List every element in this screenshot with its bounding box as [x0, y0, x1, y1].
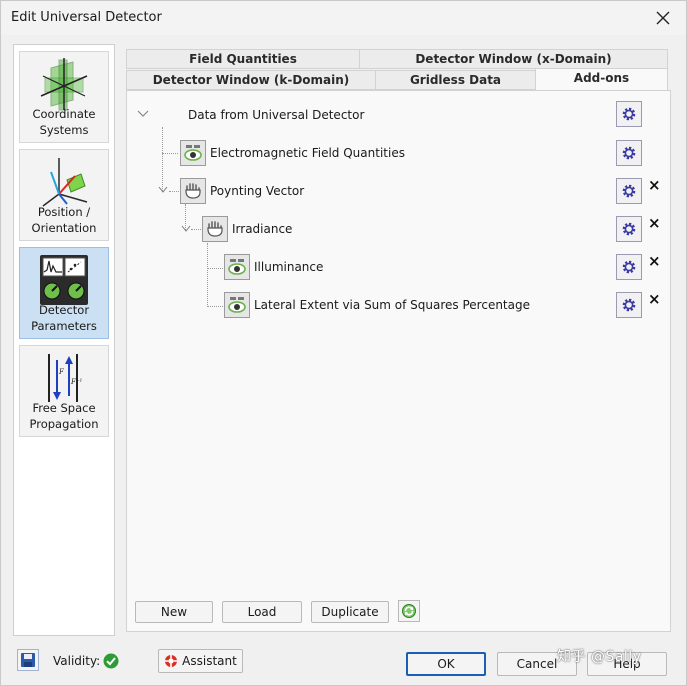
- eye-visible-icon[interactable]: [224, 254, 250, 280]
- coordinate-systems-icon: [40, 58, 88, 111]
- tree-connector: [207, 243, 208, 307]
- category-sidebar: Coordinate Systems Position / Orientatio…: [13, 44, 115, 636]
- close-button[interactable]: [652, 7, 674, 29]
- gear-icon: [622, 184, 636, 198]
- gear-icon: [622, 146, 636, 160]
- nav-item-free-space-propagation[interactable]: F F⁻¹ Free Space Propagation: [19, 345, 109, 437]
- tree-node-label: Irradiance: [232, 222, 293, 236]
- ok-button[interactable]: OK: [406, 652, 486, 676]
- tree-node-label: Electromagnetic Field Quantities: [210, 146, 405, 160]
- hand-icon[interactable]: [202, 216, 228, 242]
- tree-root-label: Data from Universal Detector: [188, 108, 365, 122]
- add-ons-panel: Data from Universal Detector Electromagn…: [126, 90, 671, 632]
- tree-node-label: Poynting Vector: [210, 184, 305, 198]
- eye-visible-icon[interactable]: [224, 292, 250, 318]
- tab-add-ons[interactable]: Add-ons: [535, 68, 668, 91]
- nav-item-coordinate-systems[interactable]: Coordinate Systems: [19, 51, 109, 143]
- expand-arrow-icon[interactable]: [157, 185, 169, 195]
- svg-text:F⁻¹: F⁻¹: [70, 378, 83, 386]
- remove-poynting-vector-button[interactable]: ×: [648, 178, 661, 193]
- tree-connector: [162, 127, 163, 191]
- remove-irradiance-button[interactable]: ×: [648, 216, 661, 231]
- window-title: Edit Universal Detector: [11, 10, 162, 25]
- remove-lateral-extent-button[interactable]: ×: [648, 292, 661, 307]
- tree-connector: [207, 306, 223, 307]
- tree-node-poynting-vector[interactable]: Poynting Vector: [180, 178, 304, 204]
- edit-universal-detector-dialog: Edit Universal Detector Coordinate Syste…: [0, 0, 687, 686]
- tab-detector-window-x[interactable]: Detector Window (x-Domain): [359, 49, 668, 69]
- tree-connector: [169, 191, 179, 192]
- root-settings-button[interactable]: [616, 101, 642, 127]
- tree-connector: [162, 153, 178, 154]
- node-settings-button[interactable]: [616, 292, 642, 318]
- tree-node-lateral-extent[interactable]: Lateral Extent via Sum of Squares Percen…: [224, 292, 530, 318]
- nav-label: Position / Orientation: [31, 205, 97, 235]
- gear-icon: [622, 298, 636, 312]
- refresh-button[interactable]: [398, 600, 420, 622]
- gear-icon: [622, 260, 636, 274]
- tab-strip: Field Quantities Detector Window (x-Doma…: [126, 49, 671, 91]
- nav-item-position-orientation[interactable]: Position / Orientation: [19, 149, 109, 241]
- svg-text:F: F: [58, 368, 65, 376]
- new-button[interactable]: New: [135, 601, 213, 623]
- assistant-button[interactable]: Assistant: [158, 649, 243, 673]
- save-button[interactable]: [17, 649, 39, 671]
- node-settings-button[interactable]: [616, 254, 642, 280]
- tree-connector: [191, 229, 201, 230]
- tree-root[interactable]: Data from Universal Detector: [188, 102, 364, 128]
- node-settings-button[interactable]: [616, 216, 642, 242]
- nav-label: Coordinate Systems: [32, 107, 96, 137]
- gear-icon: [622, 222, 636, 236]
- validity-status: Validity:: [53, 653, 119, 669]
- nav-label: Detector Parameters: [31, 303, 97, 333]
- title-bar: Edit Universal Detector: [1, 1, 686, 35]
- node-settings-button[interactable]: [616, 140, 642, 166]
- duplicate-button[interactable]: Duplicate: [311, 601, 389, 623]
- detector-parameters-icon: [40, 255, 88, 305]
- refresh-icon: [402, 604, 416, 618]
- check-valid-icon: [103, 653, 119, 669]
- tree-node-label: Illuminance: [254, 260, 324, 274]
- watermark: 知乎 @Sally: [557, 649, 642, 665]
- save-icon: [21, 653, 35, 667]
- free-space-propagation-icon: F F⁻¹: [48, 354, 83, 402]
- tree-node-label: Lateral Extent via Sum of Squares Percen…: [254, 298, 530, 312]
- tree-node-irradiance[interactable]: Irradiance: [202, 216, 292, 242]
- hand-icon[interactable]: [180, 178, 206, 204]
- tree-node-em-field[interactable]: Electromagnetic Field Quantities: [180, 140, 405, 166]
- lifebuoy-icon: [165, 655, 178, 667]
- nav-item-detector-parameters[interactable]: Detector Parameters: [19, 247, 109, 339]
- close-icon: [656, 11, 670, 25]
- position-orientation-icon: [42, 158, 88, 207]
- tree-connector: [207, 268, 223, 269]
- expand-arrow-icon[interactable]: [180, 224, 192, 234]
- validity-label: Validity:: [53, 654, 101, 668]
- gear-icon: [622, 107, 636, 121]
- assistant-label: Assistant: [182, 654, 237, 668]
- tree-node-illuminance[interactable]: Illuminance: [224, 254, 323, 280]
- tab-gridless-data[interactable]: Gridless Data: [375, 70, 536, 90]
- chevron-down-icon[interactable]: [137, 109, 149, 119]
- node-settings-button[interactable]: [616, 178, 642, 204]
- tab-field-quantities[interactable]: Field Quantities: [126, 49, 360, 69]
- nav-label: Free Space Propagation: [29, 401, 99, 431]
- tab-detector-window-k[interactable]: Detector Window (k-Domain): [126, 70, 376, 90]
- remove-illuminance-button[interactable]: ×: [648, 254, 661, 269]
- load-button[interactable]: Load: [222, 601, 302, 623]
- eye-visible-icon[interactable]: [180, 140, 206, 166]
